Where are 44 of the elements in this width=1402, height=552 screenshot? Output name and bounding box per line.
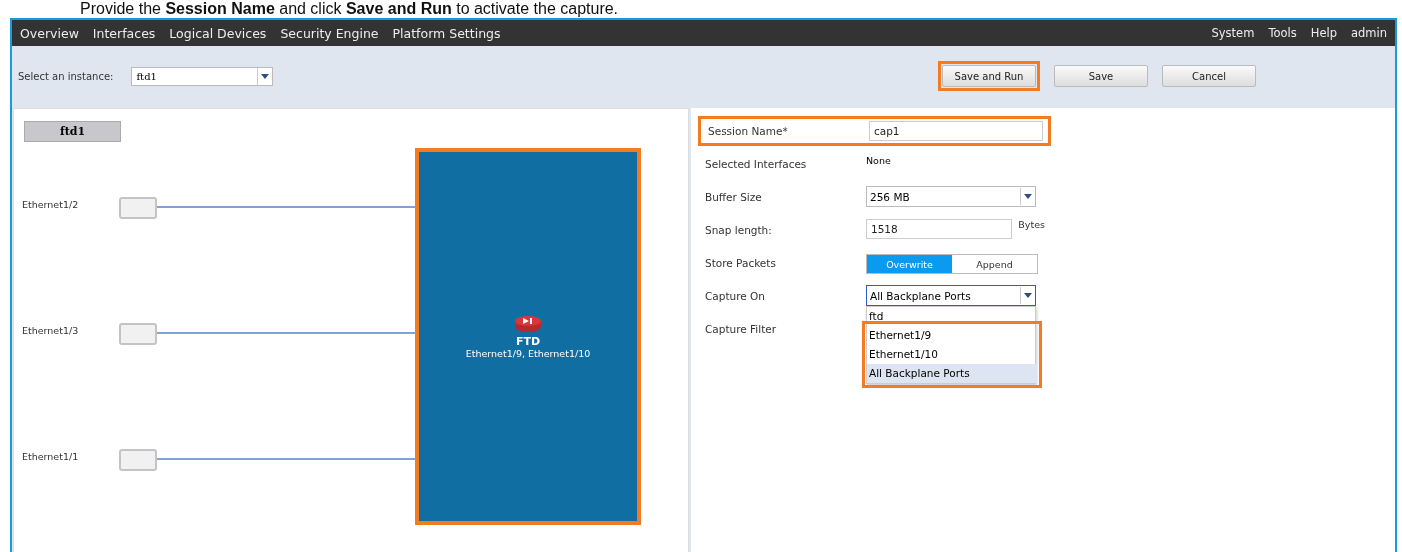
nav-link[interactable]: Platform Settings bbox=[392, 25, 501, 41]
nav-link[interactable]: Logical Devices bbox=[169, 25, 267, 41]
select-field[interactable]: 256 MB bbox=[866, 186, 1036, 207]
dropdown-option[interactable]: Ethernet1/9 bbox=[867, 326, 1037, 345]
device-interfaces: Ethernet1/9, Ethernet1/10 bbox=[465, 347, 591, 359]
dropdown-option[interactable]: ftd bbox=[867, 307, 1035, 326]
nav-link[interactable]: Overview bbox=[20, 25, 79, 41]
device-block[interactable]: FTD Ethernet1/9, Ethernet1/10 bbox=[415, 148, 641, 525]
port-label: Ethernet1/3 bbox=[22, 325, 79, 336]
toolbar-button[interactable]: Cancel bbox=[1162, 65, 1256, 87]
field-label: Capture Filter bbox=[705, 322, 778, 335]
caret-icon bbox=[1020, 188, 1035, 205]
port-label: Ethernet1/1 bbox=[22, 451, 79, 462]
field-label: Store Packets bbox=[705, 256, 777, 269]
port-icon[interactable] bbox=[119, 323, 157, 345]
nav-link[interactable]: Interfaces bbox=[92, 25, 156, 41]
instruction-text: Provide the Session Name and click Save and Run to activate the capture. bbox=[80, 0, 619, 17]
instance-select[interactable]: ftd1 bbox=[131, 66, 274, 86]
device-name: FTD bbox=[515, 334, 541, 348]
field-label: Selected Interfaces bbox=[705, 157, 808, 170]
nav-link[interactable]: Security Engine bbox=[280, 25, 379, 41]
instance-tab[interactable]: ftd1 bbox=[24, 121, 121, 142]
unit-label: Bytes bbox=[1018, 219, 1045, 230]
nav-link[interactable]: Help bbox=[1310, 26, 1337, 40]
instance-label: Select an instance: bbox=[18, 70, 114, 82]
nav-link[interactable]: Tools bbox=[1268, 26, 1297, 40]
field-label: Snap length: bbox=[705, 223, 773, 236]
port-icon[interactable] bbox=[119, 449, 157, 471]
toolbar-button[interactable]: Save bbox=[1054, 65, 1148, 87]
dropdown-option[interactable]: All Backplane Ports bbox=[867, 364, 1037, 383]
caret-icon bbox=[1020, 287, 1035, 304]
nav-link[interactable]: admin bbox=[1350, 26, 1387, 40]
nav-link[interactable]: System bbox=[1211, 26, 1255, 40]
field-label: Session Name* bbox=[708, 125, 789, 137]
firewall-icon bbox=[514, 314, 542, 333]
field-label: Buffer Size bbox=[705, 190, 763, 203]
text-field[interactable]: cap1 bbox=[869, 121, 1043, 141]
text-field[interactable]: 1518 bbox=[866, 219, 1013, 239]
dropdown-option[interactable]: Ethernet1/10 bbox=[867, 345, 1037, 364]
field-label: Capture On bbox=[705, 289, 766, 302]
toolbar-button[interactable]: Save and Run bbox=[942, 65, 1036, 88]
port-label: Ethernet1/2 bbox=[22, 199, 79, 210]
port-icon[interactable] bbox=[119, 197, 157, 219]
field-value: None bbox=[866, 154, 891, 166]
